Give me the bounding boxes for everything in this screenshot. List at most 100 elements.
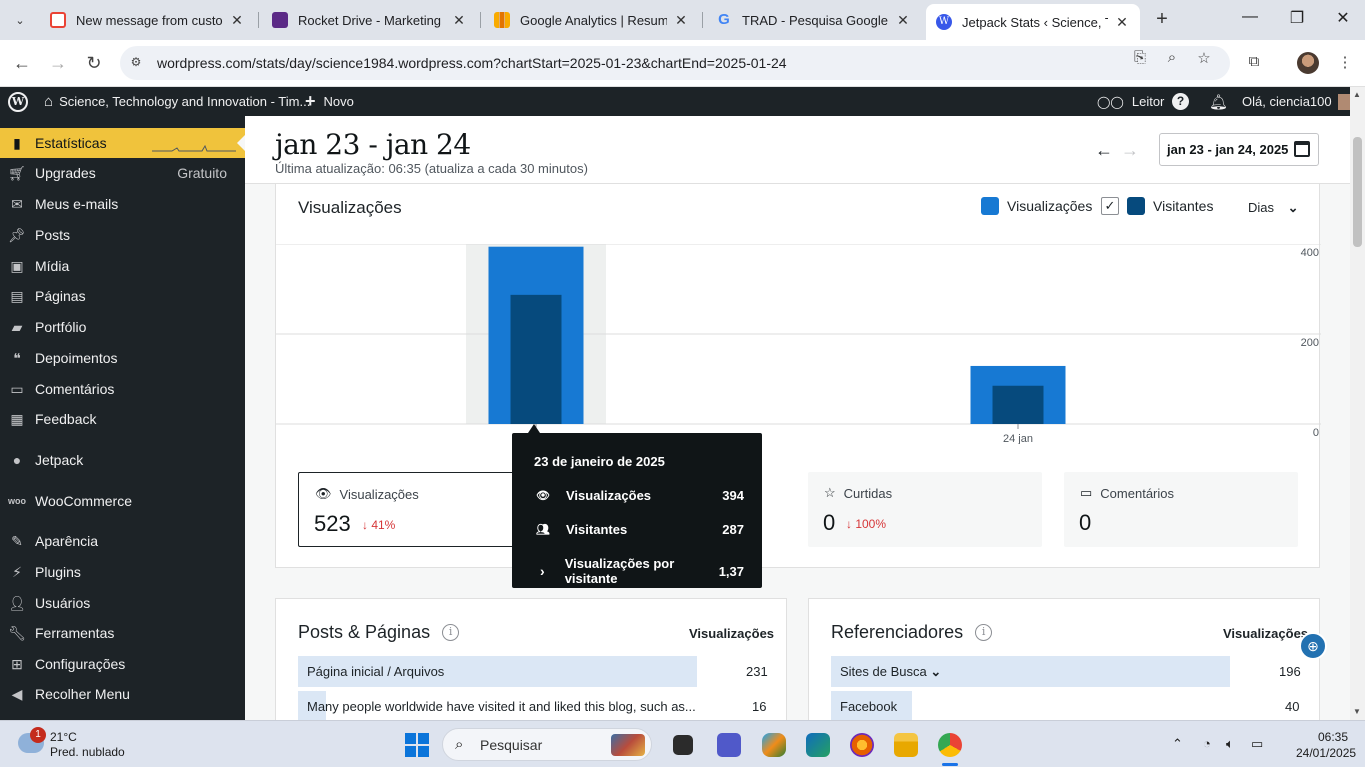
bookmark-star-icon[interactable]: ☆ [1194, 49, 1214, 67]
chevron-up-icon[interactable]: ⌃ [1172, 736, 1183, 752]
folder-icon: ▰ [11, 318, 23, 335]
close-tab-icon[interactable]: ✕ [895, 12, 911, 29]
scroll-up-icon[interactable]: ▲ [1353, 90, 1361, 99]
tooltip-row-visitors: 👥︎ Visitantes 287 [534, 522, 744, 537]
chevron-right-icon: › [540, 563, 545, 579]
close-tab-icon[interactable]: ✕ [229, 12, 245, 29]
stat-views[interactable]: 👁︎ Visualizações 523 ↓ 41% [298, 472, 520, 547]
sidebar-item-emails[interactable]: ✉ Meus e-mails [0, 189, 245, 219]
tab-google-search[interactable]: G TRAD - Pesquisa Google ✕ [706, 4, 921, 36]
firefox-icon[interactable] [850, 733, 874, 757]
reload-icon[interactable]: ↻ [82, 51, 106, 75]
sidebar-item-settings[interactable]: ⊞ Configurações [0, 649, 245, 679]
install-app-icon[interactable]: ⎘ [1130, 49, 1150, 66]
m365-icon[interactable] [806, 733, 830, 757]
previous-period-arrow-icon[interactable]: ← [1095, 140, 1113, 161]
bar-visitors [992, 385, 1044, 424]
sidebar-item-jetpack[interactable]: ● Jetpack [0, 445, 245, 475]
views-bar-chart[interactable]: 0 200 400 24 jan [276, 244, 1321, 444]
posts-pages-panel: Posts & Páginas i Visualizações Página i… [275, 598, 787, 720]
analytics-icon [494, 12, 510, 28]
sidebar-item-home-partial[interactable] [0, 102, 245, 116]
list-item[interactable]: Many people worldwide have visited it an… [298, 691, 766, 720]
tab-jetpack-stats[interactable]: W Jetpack Stats ‹ Science, Tech ✕ [926, 4, 1140, 40]
stat-likes[interactable]: ☆ Curtidas 0 ↓ 100% [808, 472, 1042, 547]
zoom-icon[interactable]: ⌕ [1162, 49, 1182, 66]
help-center-icon[interactable]: ⊕ [1299, 632, 1327, 660]
profile-avatar[interactable] [1297, 52, 1319, 74]
sidebar-item-feedback[interactable]: ▦ Feedback [0, 404, 245, 434]
extensions-icon[interactable]: ⧉ [1243, 53, 1265, 70]
sidebar-item-appearance[interactable]: ✎ Aparência [0, 526, 245, 556]
browser-menu-icon[interactable]: ⋮ [1334, 53, 1356, 71]
url-text[interactable]: wordpress.com/stats/day/science1984.word… [157, 55, 787, 71]
google-icon: G [718, 11, 730, 28]
help-icon[interactable]: ? [1172, 87, 1189, 116]
address-bar[interactable]: ⚙ wordpress.com/stats/day/science1984.wo… [120, 46, 1230, 80]
sidebar-item-stats[interactable]: ▮ Estatísticas [0, 128, 245, 158]
tab-gmail[interactable]: New message from custome ✕ [40, 4, 255, 36]
close-window-icon[interactable]: ✕ [1331, 8, 1355, 28]
back-arrow-icon[interactable]: ← [10, 51, 34, 75]
sidebar-collapse-menu[interactable]: ◀ Recolher Menu [0, 679, 245, 709]
admin-bar-reader[interactable]: ◯◯ Leitor [1097, 87, 1164, 116]
list-item[interactable]: Página inicial / Arquivos 231 [298, 656, 768, 687]
teams-icon[interactable] [717, 733, 741, 757]
scroll-down-icon[interactable]: ▼ [1353, 707, 1361, 716]
taskbar-search[interactable]: ⌕ Pesquisar [442, 728, 652, 761]
chart-card-title: Visualizações [298, 198, 402, 217]
tooltip-pointer [528, 424, 540, 433]
close-tab-icon[interactable]: ✕ [451, 12, 467, 29]
task-view-icon[interactable] [673, 735, 693, 755]
legend-visitors[interactable]: ✓ Visitantes [1101, 197, 1213, 215]
volume-icon[interactable]: 🔈︎ [1226, 736, 1234, 752]
date-range-button[interactable]: jan 23 - jan 24, 2025 [1159, 133, 1319, 166]
sidebar-item-plugins[interactable]: ⚡︎ Plugins [0, 557, 245, 587]
site-info-icon[interactable]: ⚙ [128, 55, 144, 71]
sidebar-item-pages[interactable]: ▤ Páginas [0, 281, 245, 311]
info-icon[interactable]: i [442, 624, 460, 641]
minimize-icon[interactable]: — [1238, 8, 1262, 26]
system-clock[interactable]: 06:35 24/01/2025 [1296, 729, 1356, 761]
stat-comments[interactable]: ▭ Comentários 0 [1064, 472, 1298, 547]
tab-google-analytics[interactable]: Google Analytics | Resumo d ✕ [484, 4, 699, 36]
page-scrollbar[interactable]: ▲ ▼ [1350, 87, 1365, 720]
sidebar-item-posts[interactable]: 📌︎ Posts [0, 220, 245, 250]
chrome-icon[interactable] [938, 733, 962, 757]
admin-bar-account[interactable]: Olá, ciencia100 [1242, 87, 1354, 116]
wifi-icon[interactable]: ◔ [1203, 736, 1211, 751]
close-tab-icon[interactable]: ✕ [1114, 14, 1130, 31]
new-tab-button[interactable]: + [1150, 8, 1174, 32]
admin-bar-new[interactable]: + Novo [305, 87, 354, 116]
windows-start-icon[interactable] [405, 733, 429, 757]
list-item[interactable]: Sites de Busca ⌄ 196 [831, 656, 1301, 687]
sidebar-item-woocommerce[interactable]: woo WooCommerce [0, 486, 245, 516]
scroll-thumb[interactable] [1353, 137, 1362, 247]
sidebar-item-portfolio[interactable]: ▰ Portfólio [0, 312, 245, 342]
forward-arrow-icon[interactable]: → [46, 51, 70, 75]
legend-swatch-visitors [1127, 197, 1145, 215]
battery-icon[interactable]: ▭ [1251, 736, 1263, 752]
sidebar-item-comments[interactable]: ▭ Comentários [0, 374, 245, 404]
sidebar-item-media[interactable]: ▣ Mídia [0, 251, 245, 281]
copilot-icon[interactable] [762, 733, 786, 757]
tab-rocket-drive[interactable]: Rocket Drive - Marketing So ✕ [262, 4, 477, 36]
close-tab-icon[interactable]: ✕ [673, 12, 689, 29]
notifications-bell-icon[interactable]: 🔔︎ [1209, 87, 1228, 116]
sidebar-item-tools[interactable]: 🔧︎ Ferramentas [0, 618, 245, 648]
period-select[interactable]: Dias ⌄ [1248, 200, 1299, 216]
info-icon[interactable]: i [975, 624, 993, 641]
visitors-checkbox[interactable]: ✓ [1101, 197, 1119, 215]
testimonial-icon: ❝ [13, 349, 21, 366]
tab-search-chevron-icon[interactable]: ⌄ [8, 8, 32, 32]
next-period-arrow-icon[interactable]: → [1121, 140, 1139, 161]
sidebar-item-upgrades[interactable]: 🛒︎ Upgrades Gratuito [0, 158, 245, 188]
restore-icon[interactable]: ❐ [1285, 8, 1309, 28]
list-item[interactable]: Facebook 40 [831, 691, 1299, 720]
chart-icon: ▮ [13, 134, 21, 151]
sidebar-item-testimonials[interactable]: ❝ Depoimentos [0, 343, 245, 373]
sidebar-item-users[interactable]: 👤︎ Usuários [0, 588, 245, 618]
chevron-down-icon[interactable]: ⌄ [930, 664, 941, 679]
file-explorer-icon[interactable] [894, 733, 918, 757]
y-tick-label: 400 [1301, 247, 1319, 259]
